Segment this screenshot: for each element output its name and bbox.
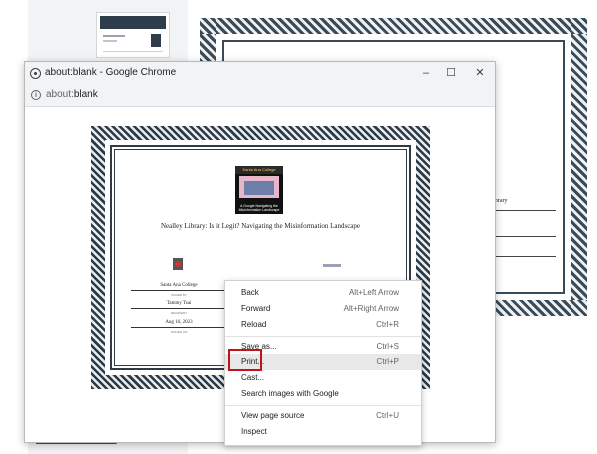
menu-item-view-source[interactable]: View page source Ctrl+U: [225, 408, 421, 424]
url-text[interactable]: about:blank: [46, 89, 98, 100]
print-highlight-annotation: [228, 349, 262, 371]
title-bar[interactable]: about:blank - Google Chrome – ☐ ✕: [25, 62, 495, 86]
menu-item-reload[interactable]: Reload Ctrl+R: [225, 317, 421, 333]
window-title: about:blank - Google Chrome: [45, 67, 177, 78]
college-logo: Santa Ana College A Google Navigating th…: [235, 166, 283, 214]
menu-item-forward[interactable]: Forward Alt+Right Arrow: [225, 301, 421, 317]
certificate-title: Nealley Library: Is it Legit? Navigating…: [160, 222, 361, 230]
menu-item-search-images[interactable]: Search images with Google: [225, 386, 421, 402]
date-label: ISSUED ON: [170, 330, 188, 334]
minimize-icon[interactable]: –: [417, 65, 435, 81]
signature: [323, 264, 341, 267]
chrome-icon: [30, 68, 41, 79]
info-icon[interactable]: i: [31, 90, 41, 100]
menu-item-back[interactable]: Back Alt+Left Arrow: [225, 285, 421, 301]
issuer-name: Santa Ana College: [160, 283, 198, 288]
maximize-icon[interactable]: ☐: [442, 65, 460, 81]
logo-caption: A Google Navigating the Misinformation L…: [238, 204, 280, 212]
menu-item-cast[interactable]: Cast...: [225, 370, 421, 386]
issuer-label: ISSUED BY: [170, 293, 187, 297]
recipient-name: Tammy Tsai: [166, 301, 192, 306]
issue-date: Aug 16, 2023: [165, 320, 193, 325]
close-icon[interactable]: ✕: [471, 65, 489, 81]
college-seal-icon: [173, 258, 183, 270]
logo-title: Santa Ana College: [242, 167, 276, 172]
address-bar[interactable]: i about:blank: [25, 86, 495, 107]
certificate-thumbnail[interactable]: [96, 12, 170, 58]
recipient-label: RECIPIENT: [170, 311, 187, 315]
menu-item-inspect[interactable]: Inspect: [225, 424, 421, 440]
